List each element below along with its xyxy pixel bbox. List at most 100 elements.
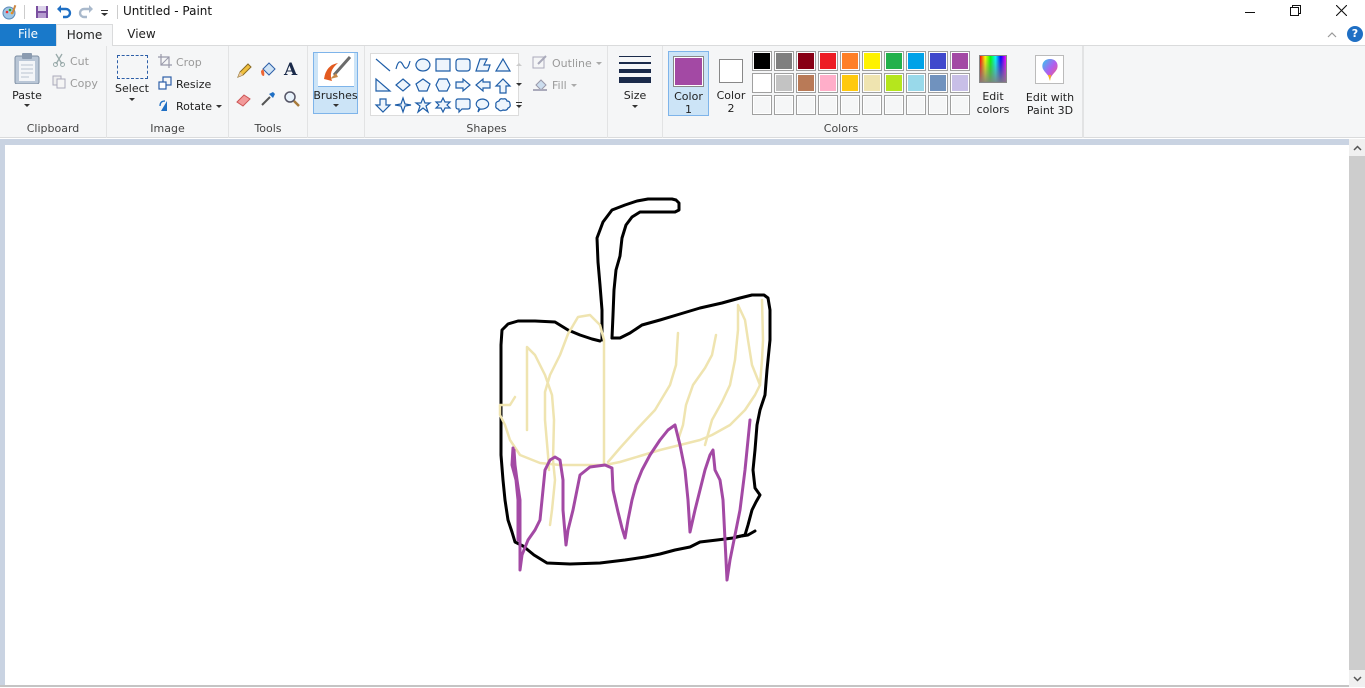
shape-diamond-icon[interactable]	[395, 78, 411, 92]
minimize-button[interactable]	[1227, 0, 1273, 24]
custom-color-slot[interactable]	[796, 95, 816, 115]
tab-home[interactable]: Home	[56, 24, 113, 47]
help-icon[interactable]: ?	[1347, 26, 1363, 42]
palette-color-swatch[interactable]	[818, 51, 838, 71]
tab-file[interactable]: File	[0, 24, 56, 46]
swatch-fill	[798, 75, 814, 91]
edit-with-paint3d-button[interactable]: Edit with Paint 3D	[1022, 52, 1078, 120]
edit-colors-button[interactable]: Edit colors	[975, 51, 1011, 119]
palette-color-swatch[interactable]	[862, 73, 882, 93]
restore-icon	[1289, 5, 1301, 19]
custom-color-slot[interactable]	[818, 95, 838, 115]
color-picker-icon[interactable]	[259, 90, 277, 111]
shape-four-point-star-icon[interactable]	[394, 96, 412, 114]
shape-rectangle-icon[interactable]	[435, 58, 451, 72]
palette-color-swatch[interactable]	[818, 73, 838, 93]
palette-color-swatch[interactable]	[796, 73, 816, 93]
paste-button[interactable]: Paste	[8, 52, 46, 116]
shape-pentagon-icon[interactable]	[415, 78, 431, 92]
palette-color-swatch[interactable]	[752, 73, 772, 93]
color1-button[interactable]: Color 1	[668, 51, 709, 116]
shape-six-point-star-icon[interactable]	[434, 96, 452, 114]
palette-color-swatch[interactable]	[796, 51, 816, 71]
copy-button[interactable]: Copy	[52, 75, 98, 92]
pencil-icon[interactable]	[235, 62, 253, 83]
custom-color-slot[interactable]	[862, 95, 882, 115]
brushes-button[interactable]: Brushes	[313, 52, 358, 114]
palette-color-swatch[interactable]	[774, 73, 794, 93]
magnifier-icon[interactable]	[283, 90, 301, 111]
fill-bucket-icon[interactable]	[259, 61, 277, 82]
custom-color-slot[interactable]	[928, 95, 948, 115]
shape-oval-callout-icon[interactable]	[475, 98, 490, 113]
palette-color-swatch[interactable]	[752, 51, 772, 71]
palette-color-swatch[interactable]	[950, 73, 970, 93]
gallery-expand-icon[interactable]	[515, 99, 523, 112]
custom-color-slot[interactable]	[906, 95, 926, 115]
custom-color-slot[interactable]	[884, 95, 904, 115]
size-button[interactable]: Size	[618, 55, 652, 115]
palette-color-swatch[interactable]	[928, 51, 948, 71]
shape-polygon-icon[interactable]	[475, 58, 491, 72]
custom-color-slot[interactable]	[950, 95, 970, 115]
vertical-scrollbar[interactable]	[1349, 139, 1365, 687]
shape-rounded-rectangle-icon[interactable]	[455, 58, 471, 72]
resize-button[interactable]: Resize	[158, 76, 211, 93]
palette-color-swatch[interactable]	[884, 73, 904, 93]
shape-up-arrow-icon[interactable]	[494, 78, 512, 94]
outline-button[interactable]: Outline	[532, 54, 602, 73]
palette-color-swatch[interactable]	[774, 51, 794, 71]
restore-button[interactable]	[1272, 0, 1318, 24]
custom-color-slot[interactable]	[752, 95, 772, 115]
tab-view[interactable]: View	[113, 24, 170, 46]
collapse-ribbon-icon[interactable]	[1327, 29, 1337, 42]
gallery-scroll-up-icon[interactable]	[515, 57, 523, 70]
paint-app-icon[interactable]	[2, 4, 18, 20]
shape-triangle-icon[interactable]	[494, 57, 512, 72]
select-button[interactable]: Select	[115, 55, 149, 117]
rotate-button[interactable]: Rotate	[158, 98, 223, 115]
shape-right-arrow-icon[interactable]	[455, 77, 471, 93]
shape-hexagon-icon[interactable]	[435, 78, 451, 92]
save-icon[interactable]	[34, 4, 50, 20]
brushes-dropdown-caret	[332, 104, 339, 107]
crop-button[interactable]: Crop	[158, 54, 202, 71]
shape-left-arrow-icon[interactable]	[475, 77, 491, 93]
shape-down-arrow-icon[interactable]	[374, 98, 392, 113]
shape-rounded-callout-icon[interactable]	[455, 98, 471, 114]
shape-oval-icon[interactable]	[415, 58, 431, 72]
palette-color-swatch[interactable]	[950, 51, 970, 71]
gallery-scroll-down-icon[interactable]	[515, 78, 523, 91]
shape-cloud-callout-icon[interactable]	[495, 98, 511, 112]
palette-color-swatch[interactable]	[906, 73, 926, 93]
custom-color-slot[interactable]	[840, 95, 860, 115]
custom-color-slot[interactable]	[774, 95, 794, 115]
text-icon[interactable]: A	[284, 60, 297, 80]
qat-divider	[24, 5, 25, 19]
close-button[interactable]	[1318, 0, 1364, 24]
fill-button[interactable]: Fill	[532, 76, 577, 95]
eraser-icon[interactable]	[235, 90, 253, 111]
swatch-fill	[820, 97, 836, 113]
shape-line-icon[interactable]	[375, 58, 391, 72]
title-bar: Untitled - Paint	[0, 0, 1365, 24]
color2-button[interactable]: Color 2	[713, 51, 749, 116]
cut-button[interactable]: Cut	[52, 53, 89, 70]
palette-color-swatch[interactable]	[884, 51, 904, 71]
palette-color-swatch[interactable]	[840, 51, 860, 71]
cut-label: Cut	[70, 55, 89, 68]
customize-qat-icon[interactable]	[100, 4, 110, 20]
undo-icon[interactable]	[56, 4, 72, 20]
palette-color-swatch[interactable]	[906, 51, 926, 71]
drawing-canvas[interactable]	[5, 145, 1349, 685]
shape-curve-icon[interactable]	[395, 60, 411, 70]
scroll-up-button[interactable]	[1349, 139, 1365, 156]
shape-right-triangle-icon[interactable]	[375, 77, 392, 92]
scroll-down-button[interactable]	[1349, 670, 1365, 687]
shape-five-point-star-icon[interactable]	[414, 96, 432, 114]
palette-color-swatch[interactable]	[928, 73, 948, 93]
redo-icon[interactable]	[78, 4, 94, 20]
palette-color-swatch[interactable]	[862, 51, 882, 71]
palette-color-swatch[interactable]	[840, 73, 860, 93]
size-label: Size	[623, 89, 647, 102]
